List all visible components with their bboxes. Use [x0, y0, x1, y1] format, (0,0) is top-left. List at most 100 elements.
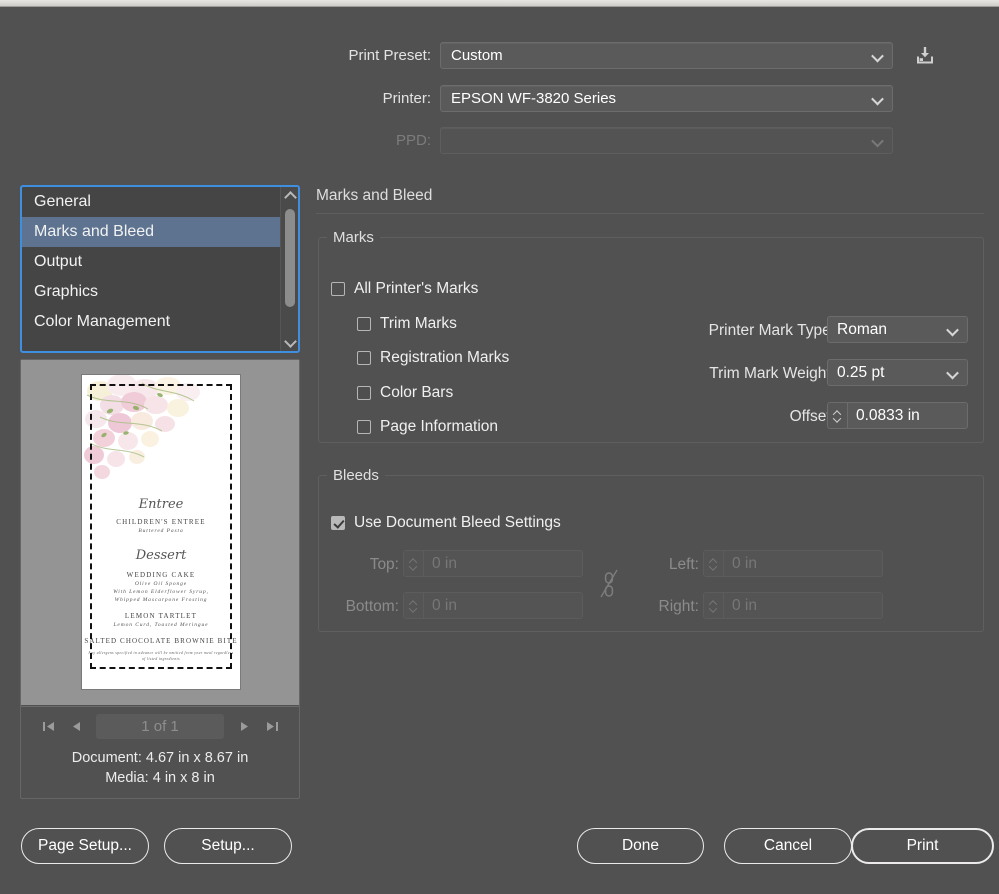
- window-titlebar: [0, 0, 999, 7]
- trim-mark-weight-label: Trim Mark Weight:: [709, 365, 835, 382]
- registration-marks-label: Registration Marks: [380, 349, 510, 366]
- color-bars-checkbox[interactable]: [357, 386, 371, 400]
- printer-mark-type-select[interactable]: Roman: [827, 316, 968, 343]
- chevron-down-icon: [948, 370, 957, 376]
- bleed-left-value: 0 in: [732, 554, 757, 572]
- all-printers-marks-checkbox[interactable]: [331, 282, 345, 296]
- chevron-down-icon: [873, 96, 882, 102]
- print-preset-row: Print Preset: Custom: [330, 42, 893, 69]
- sidebar-item-graphics[interactable]: Graphics: [22, 277, 298, 307]
- first-page-button[interactable]: [34, 715, 62, 739]
- marks-group: Marks All Printer's Marks Trim Marks Reg…: [318, 229, 984, 443]
- stepper-down-icon[interactable]: [834, 417, 842, 422]
- printer-mark-type-label: Printer Mark Type:: [708, 322, 835, 339]
- registration-marks-checkbox[interactable]: [357, 351, 371, 365]
- page-number-input[interactable]: 1 of 1: [96, 714, 224, 739]
- chevron-down-icon: [873, 53, 882, 59]
- color-bars-row[interactable]: Color Bars: [357, 384, 453, 402]
- bleed-top-label: Top:: [369, 556, 399, 573]
- bleed-left-stepper-arrows: [704, 551, 724, 576]
- next-page-button[interactable]: [230, 715, 258, 739]
- sidebar-item-color-management[interactable]: Color Management: [22, 307, 298, 337]
- media-size-text: Media: 4 in x 8 in: [105, 770, 215, 786]
- trim-marks-row[interactable]: Trim Marks: [357, 315, 457, 333]
- trim-mark-weight-value: 0.25 pt: [837, 363, 885, 381]
- preview-canvas: Entree CHILDREN'S ENTREE Buttered Pasta …: [21, 360, 299, 705]
- bleed-bottom-stepper-arrows: [404, 593, 424, 618]
- next-page-icon: [240, 722, 248, 731]
- stepper-up-icon[interactable]: [834, 410, 842, 415]
- offset-label: Offset:: [789, 408, 835, 425]
- stepper-down-icon: [410, 607, 418, 612]
- page-information-row[interactable]: Page Information: [357, 418, 498, 436]
- preview-navigation: 1 of 1: [21, 706, 299, 746]
- stepper-up-icon: [410, 600, 418, 605]
- chevron-down-icon: [873, 138, 882, 144]
- use-document-bleed-row[interactable]: Use Document Bleed Settings: [331, 514, 561, 532]
- print-preset-label: Print Preset:: [348, 47, 431, 64]
- bleeds-group-legend: Bleeds: [333, 467, 379, 484]
- offset-stepper[interactable]: 0.0833 in: [827, 402, 968, 429]
- use-document-bleed-checkbox[interactable]: [331, 516, 345, 530]
- page-setup-button[interactable]: Page Setup...: [21, 828, 149, 864]
- bleed-link-toggle[interactable]: [598, 566, 620, 602]
- sidebar-item-partial[interactable]: [22, 337, 298, 349]
- settings-panel-list[interactable]: General Marks and Bleed Output Graphics …: [20, 185, 300, 353]
- bleed-right-stepper-arrows: [704, 593, 724, 618]
- bleed-left-stepper: 0 in: [703, 550, 883, 577]
- trim-mark-weight-select[interactable]: 0.25 pt: [827, 359, 968, 386]
- print-preview-panel: Entree CHILDREN'S ENTREE Buttered Pasta …: [20, 359, 300, 799]
- stepper-up-icon: [710, 558, 718, 563]
- ppd-select: [440, 127, 893, 154]
- bleed-right-value: 0 in: [732, 596, 757, 614]
- print-button[interactable]: Print: [851, 828, 994, 864]
- offset-stepper-arrows[interactable]: [828, 403, 848, 428]
- done-button[interactable]: Done: [577, 828, 704, 864]
- save-icon: [917, 47, 933, 64]
- sidebar-item-output[interactable]: Output: [22, 247, 298, 277]
- bleed-bottom-value: 0 in: [432, 596, 457, 614]
- marks-group-legend: Marks: [333, 229, 374, 246]
- sidebar-item-marks-and-bleed[interactable]: Marks and Bleed: [22, 217, 298, 247]
- save-preset-button[interactable]: [912, 42, 938, 68]
- bleed-top-stepper-arrows: [404, 551, 424, 576]
- scrollbar-thumb[interactable]: [285, 209, 295, 307]
- bleeds-group: Bleeds Use Document Bleed Settings Top: …: [318, 467, 984, 632]
- setup-button[interactable]: Setup...: [164, 828, 292, 864]
- page-information-checkbox[interactable]: [357, 420, 371, 434]
- sidebar-item-general[interactable]: General: [22, 187, 298, 217]
- settings-list-scrollbar[interactable]: [280, 187, 298, 351]
- printer-label: Printer:: [382, 90, 431, 107]
- broken-chain-link-icon: [600, 569, 618, 598]
- all-printers-marks-row[interactable]: All Printer's Marks: [331, 280, 478, 298]
- color-bars-label: Color Bars: [380, 384, 454, 401]
- offset-value[interactable]: 0.0833 in: [848, 403, 967, 428]
- print-dialog: Print Preset: Custom Printer: EPSON WF-3…: [0, 0, 999, 894]
- trim-marks-checkbox[interactable]: [357, 317, 371, 331]
- printer-mark-type-value: Roman: [837, 320, 887, 338]
- chevron-down-icon[interactable]: [285, 337, 295, 344]
- previous-page-icon: [72, 722, 80, 731]
- stepper-up-icon: [710, 600, 718, 605]
- printer-select[interactable]: EPSON WF-3820 Series: [440, 85, 893, 112]
- chevron-up-icon[interactable]: [285, 193, 295, 200]
- chevron-down-icon: [948, 327, 957, 333]
- preview-page: Entree CHILDREN'S ENTREE Buttered Pasta …: [81, 374, 241, 690]
- bleed-boundary: [90, 384, 232, 669]
- registration-marks-row[interactable]: Registration Marks: [357, 349, 509, 367]
- bleed-top-stepper: 0 in: [403, 550, 583, 577]
- print-preset-value: Custom: [451, 47, 503, 64]
- pane-divider: [316, 213, 984, 214]
- pane-title: Marks and Bleed: [316, 187, 433, 204]
- ppd-row: PPD:: [330, 127, 893, 154]
- last-page-button[interactable]: [258, 715, 286, 739]
- printer-row: Printer: EPSON WF-3820 Series: [330, 85, 893, 112]
- bleed-bottom-label: Bottom:: [345, 598, 399, 615]
- last-page-icon: [266, 722, 278, 731]
- use-document-bleed-label: Use Document Bleed Settings: [354, 514, 561, 531]
- cancel-button[interactable]: Cancel: [724, 828, 852, 864]
- print-preset-select[interactable]: Custom: [440, 42, 893, 69]
- trim-marks-label: Trim Marks: [380, 315, 457, 332]
- stepper-up-icon: [410, 558, 418, 563]
- previous-page-button[interactable]: [62, 715, 90, 739]
